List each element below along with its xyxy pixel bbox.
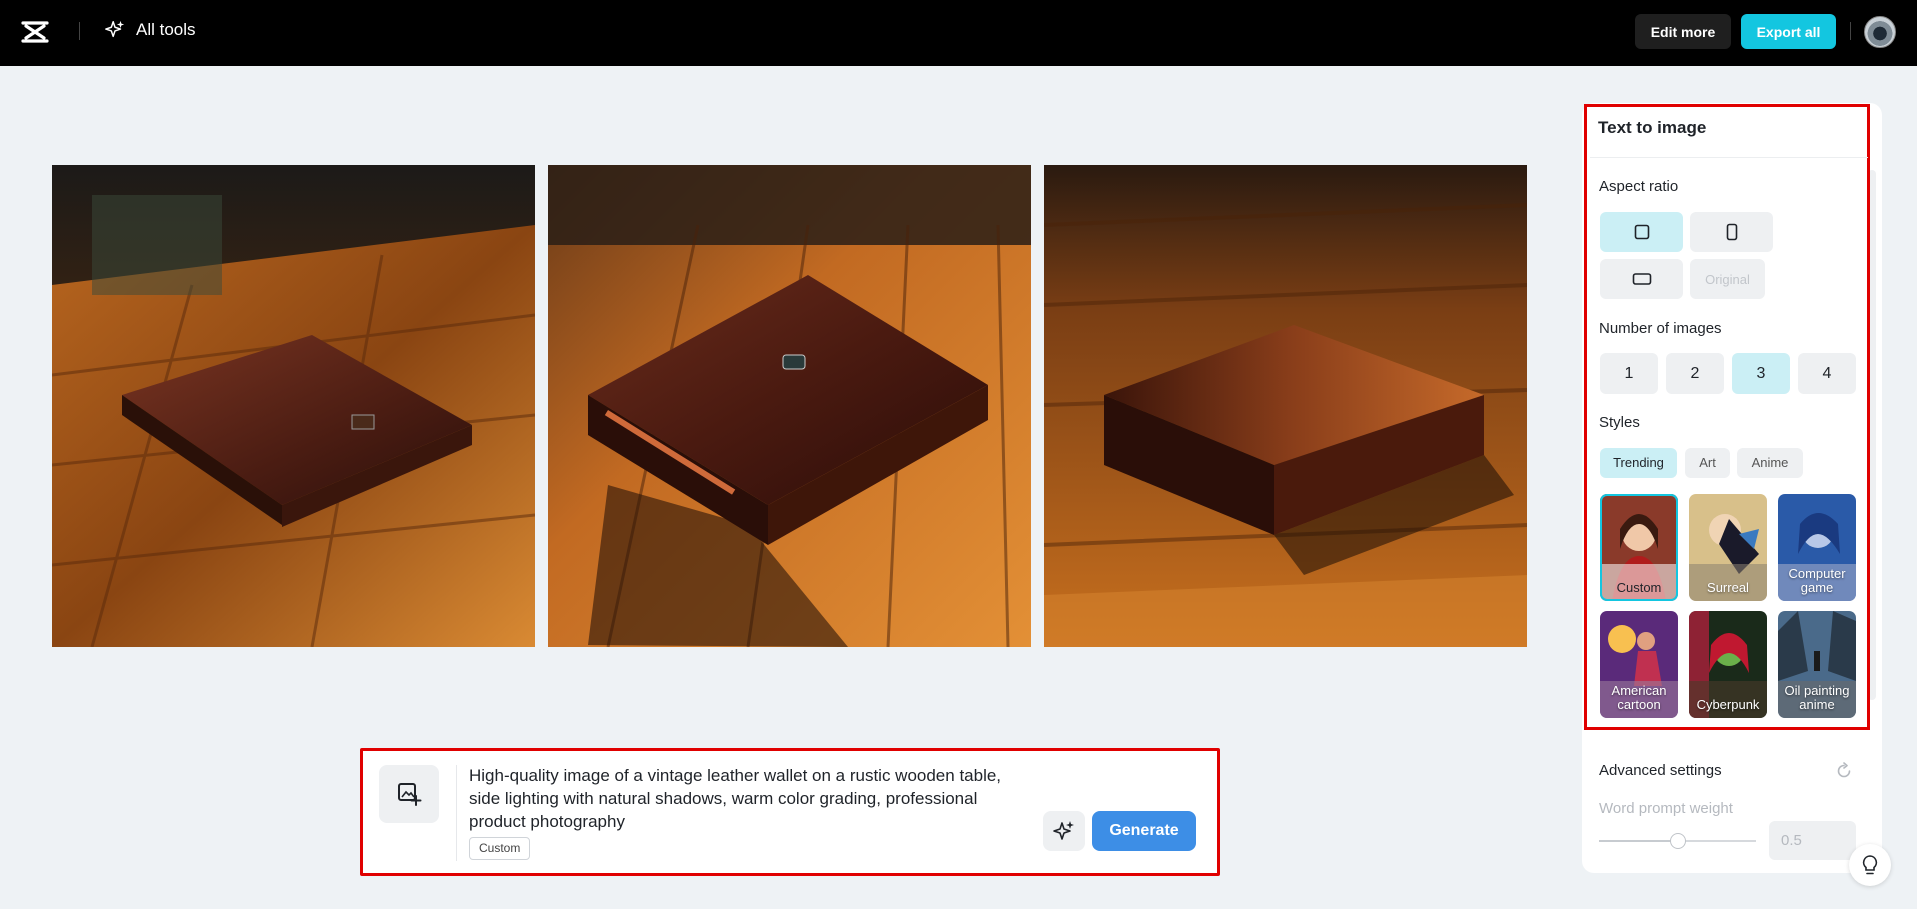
- number-2-button[interactable]: 2: [1666, 353, 1724, 394]
- style-computer-game-card[interactable]: Computer game: [1778, 494, 1856, 601]
- style-cyberpunk-card[interactable]: Cyberpunk: [1689, 611, 1767, 718]
- style-surreal-card[interactable]: Surreal: [1689, 494, 1767, 601]
- style-surreal-label: Surreal: [1707, 580, 1749, 595]
- prompt-box: High-quality image of a vintage leather …: [360, 748, 1220, 876]
- style-custom-card[interactable]: Custom: [1600, 494, 1678, 601]
- word-prompt-weight-input[interactable]: [1769, 821, 1856, 860]
- sparkle-icon: [105, 20, 125, 38]
- reset-icon[interactable]: [1835, 762, 1853, 780]
- style-computer-game-label: Computer game: [1788, 566, 1846, 595]
- aspect-original-button[interactable]: Original: [1690, 259, 1765, 299]
- aspect-portrait-button[interactable]: [1690, 212, 1773, 252]
- number-3-button[interactable]: 3: [1732, 353, 1790, 394]
- tab-trending[interactable]: Trending: [1600, 448, 1677, 478]
- enhance-prompt-button[interactable]: [1043, 811, 1085, 851]
- generated-image-1[interactable]: [52, 165, 535, 647]
- magic-sparkle-icon: [1053, 821, 1074, 840]
- style-oil-painting-anime-label: Oil painting anime: [1784, 683, 1850, 712]
- number-1-button[interactable]: 1: [1600, 353, 1658, 394]
- square-ratio-icon: [1634, 224, 1649, 240]
- export-all-button[interactable]: Export all: [1741, 14, 1836, 49]
- style-american-cartoon-label: American cartoon: [1611, 683, 1667, 712]
- style-custom-label: Custom: [1616, 580, 1662, 595]
- word-prompt-weight-label: Word prompt weight: [1599, 800, 1733, 817]
- style-oil-painting-anime-card[interactable]: Oil painting anime: [1778, 611, 1856, 718]
- word-prompt-weight-slider-handle[interactable]: [1670, 833, 1686, 849]
- generated-image-2[interactable]: [548, 165, 1031, 647]
- tab-art[interactable]: Art: [1685, 448, 1730, 478]
- number-of-images-label: Number of images: [1599, 320, 1722, 337]
- landscape-ratio-icon: [1632, 273, 1651, 285]
- add-reference-image-button[interactable]: [379, 765, 439, 823]
- capcut-logo-icon[interactable]: [20, 19, 50, 45]
- generated-image-3[interactable]: [1044, 165, 1527, 647]
- divider: [456, 765, 457, 861]
- all-tools-label: All tools: [136, 20, 196, 39]
- lightbulb-icon: [1862, 855, 1878, 875]
- word-prompt-weight-slider-fill: [1599, 840, 1677, 842]
- divider: [1590, 157, 1868, 158]
- number-4-button[interactable]: 4: [1798, 353, 1856, 394]
- style-cyberpunk-label: Cyberpunk: [1696, 697, 1760, 712]
- portrait-ratio-icon: [1726, 223, 1737, 241]
- advanced-settings-label[interactable]: Advanced settings: [1599, 762, 1722, 779]
- aspect-ratio-label: Aspect ratio: [1599, 178, 1679, 195]
- top-bar: All tools Edit more Export all: [0, 0, 1917, 66]
- edit-more-button[interactable]: Edit more: [1635, 14, 1731, 49]
- tab-anime[interactable]: Anime: [1737, 448, 1803, 478]
- prompt-input[interactable]: High-quality image of a vintage leather …: [469, 764, 1029, 833]
- tips-button[interactable]: [1849, 844, 1891, 886]
- all-tools-button[interactable]: All tools: [104, 19, 196, 41]
- style-american-cartoon-card[interactable]: American cartoon: [1600, 611, 1678, 718]
- image-add-icon: [398, 783, 422, 806]
- avatar[interactable]: [1864, 16, 1896, 48]
- style-tag[interactable]: Custom: [469, 837, 531, 860]
- divider: [1850, 22, 1851, 40]
- aspect-landscape-button[interactable]: [1600, 259, 1683, 299]
- aspect-square-button[interactable]: [1600, 212, 1683, 252]
- panel-title: Text to image: [1598, 118, 1707, 137]
- styles-label: Styles: [1599, 414, 1640, 431]
- generate-button[interactable]: Generate: [1092, 811, 1196, 851]
- divider: [79, 22, 80, 40]
